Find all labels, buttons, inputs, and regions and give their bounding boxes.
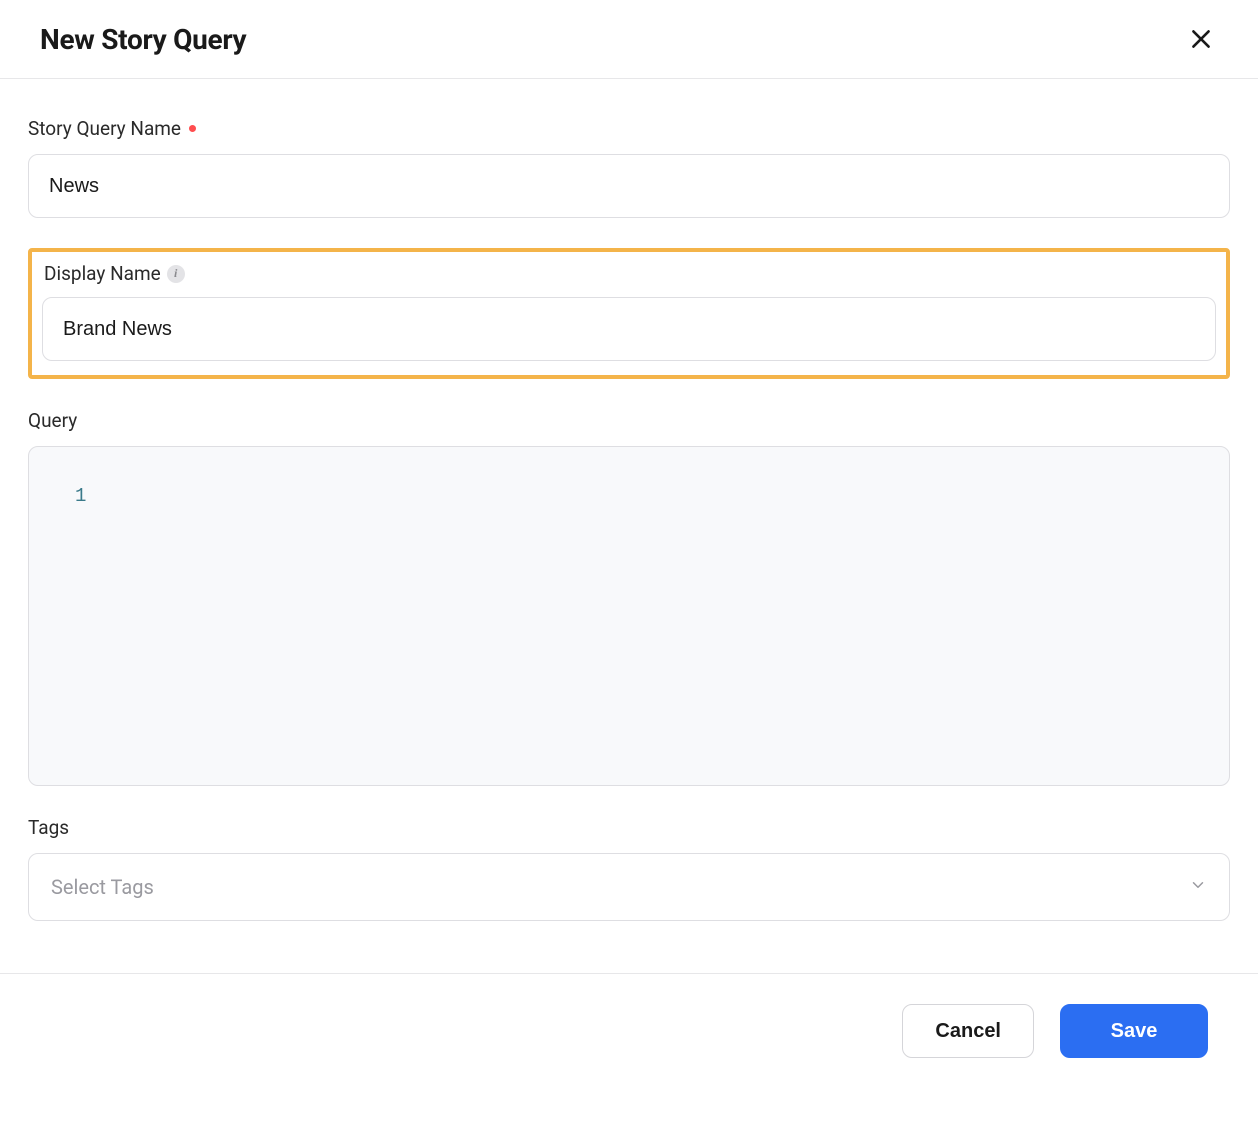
label-text: Display Name [44,262,161,285]
close-button[interactable] [1184,22,1218,56]
required-indicator-icon [189,125,196,132]
tags-select[interactable]: Select Tags [28,853,1230,921]
info-icon[interactable]: i [167,265,185,283]
modal-header: New Story Query [0,0,1258,79]
display-name-label: Display Name i [42,262,1216,285]
query-editor[interactable]: 1 [28,446,1230,786]
display-name-highlight: Display Name i [28,248,1230,379]
form-content: Story Query Name Display Name i Query 1 … [0,79,1258,921]
display-name-input[interactable] [42,297,1216,361]
page-title: New Story Query [40,23,246,56]
label-text: Story Query Name [28,117,181,140]
story-query-name-input[interactable] [28,154,1230,218]
story-query-name-label: Story Query Name [28,117,1230,140]
cancel-button[interactable]: Cancel [902,1004,1034,1058]
label-text: Tags [28,816,69,839]
label-text: Query [28,409,77,432]
query-label: Query [28,409,1230,432]
chevron-down-icon [1189,876,1207,898]
story-query-name-field: Story Query Name [28,117,1230,218]
tags-placeholder: Select Tags [51,875,154,899]
tags-field: Tags Select Tags [28,816,1230,921]
tags-label: Tags [28,816,1230,839]
close-icon [1188,26,1214,52]
line-number: 1 [75,485,86,507]
query-field: Query 1 [28,409,1230,786]
save-button[interactable]: Save [1060,1004,1208,1058]
modal-footer: Cancel Save [0,973,1258,1058]
